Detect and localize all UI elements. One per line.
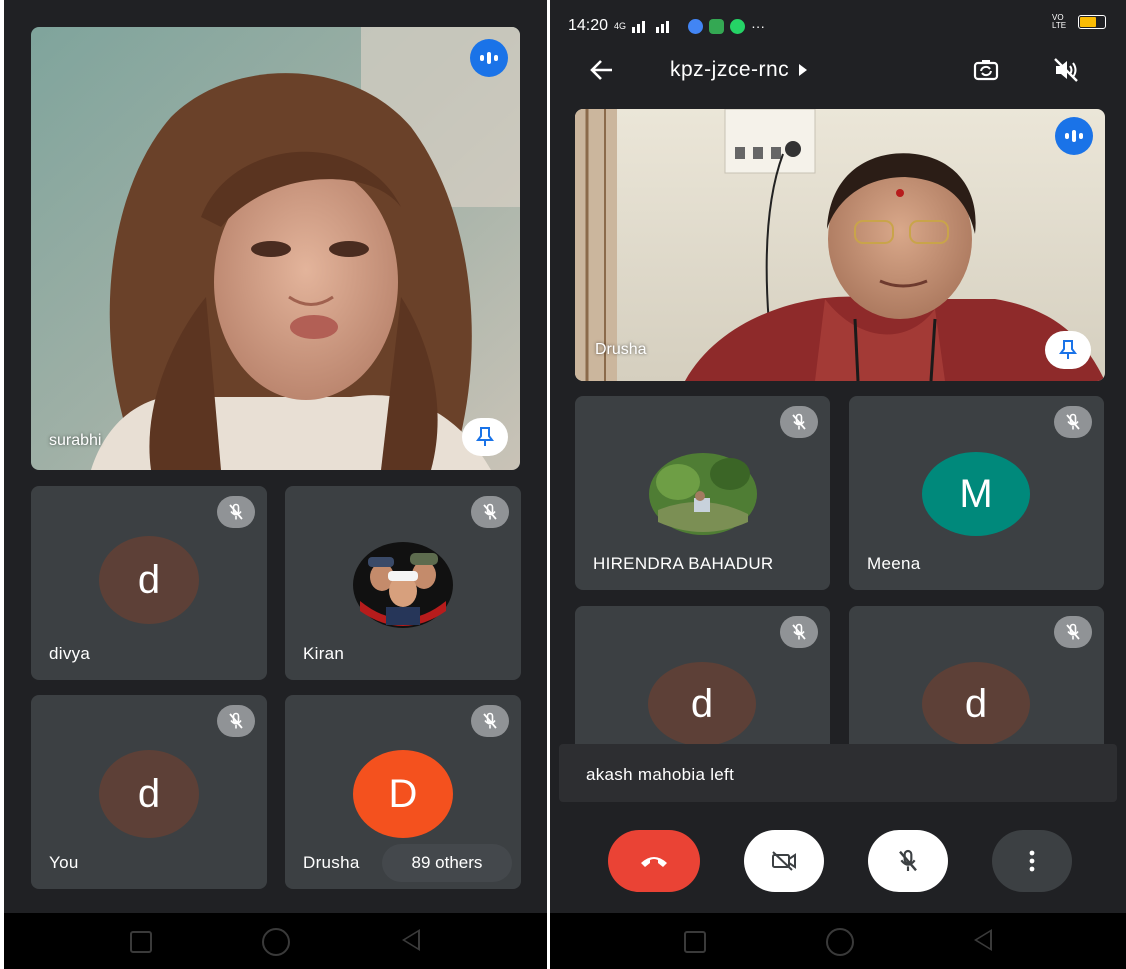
switch-camera-icon: [973, 60, 999, 81]
battery-icon: [1078, 15, 1106, 29]
participant-tile-hirendra-bahadur[interactable]: HIRENDRA BAHADUR: [575, 396, 830, 590]
speaking-indicator-icon: [1055, 117, 1093, 155]
camera-off-icon: [772, 851, 796, 871]
muted-mic-icon: [217, 705, 255, 737]
back-button[interactable]: [588, 56, 622, 90]
muted-mic-icon: [1054, 616, 1092, 648]
status-time: 14:20: [568, 17, 609, 34]
avatar: M: [922, 452, 1030, 536]
drusha-video-frame: [575, 109, 1105, 381]
more-vert-icon: [1029, 850, 1035, 872]
avatar: d: [99, 536, 199, 624]
muted-mic-icon: [780, 616, 818, 648]
muted-mic-icon: [1054, 406, 1092, 438]
muted-mic-icon: [471, 705, 509, 737]
mic-toggle-button[interactable]: [868, 830, 948, 892]
kiran-avatar-image: [353, 542, 453, 628]
right-meeting-screen: 14:20 4G ··· VO LTE kpz-jzce-rnc Drusha …: [550, 0, 1126, 913]
back-nav-button[interactable]: [974, 929, 992, 951]
pin-icon: [476, 427, 494, 446]
participant-tile[interactable]: d: [575, 606, 830, 744]
switch-camera-button[interactable]: [972, 56, 1000, 89]
back-nav-button[interactable]: [402, 929, 420, 951]
participant-tile-meena[interactable]: M Meena: [849, 396, 1104, 590]
participant-name: surabhi: [49, 432, 102, 449]
meeting-title[interactable]: kpz-jzce-rnc: [670, 58, 808, 82]
pin-button[interactable]: [1045, 331, 1091, 369]
avatar: D: [353, 750, 453, 838]
whatsapp-icon: [730, 18, 746, 34]
chevron-right-icon: [799, 64, 808, 76]
main-video-drusha[interactable]: Drusha: [575, 109, 1105, 381]
status-right: VO LTE: [1052, 14, 1106, 30]
chrome-icon: [688, 18, 704, 34]
participant-tile-you[interactable]: d You: [31, 695, 267, 889]
meet-icon: [709, 18, 725, 34]
participant-name: Drusha: [303, 853, 360, 872]
others-count-chip[interactable]: 89 others: [382, 844, 512, 882]
hang-up-icon: [641, 857, 667, 867]
more-options-button[interactable]: [992, 830, 1072, 892]
android-nav-bar: [4, 913, 547, 969]
muted-mic-icon: [471, 496, 509, 528]
main-video-surabhi[interactable]: surabhi: [31, 27, 520, 470]
speaking-indicator-icon: [470, 39, 508, 77]
pin-button[interactable]: [462, 418, 508, 456]
meeting-code: kpz-jzce-rnc: [670, 58, 790, 81]
muted-mic-icon: [780, 406, 818, 438]
avatar: d: [922, 662, 1030, 744]
participant-name: divya: [49, 644, 91, 663]
recents-button[interactable]: [130, 931, 152, 953]
signal-icon: [632, 21, 670, 33]
participant-name: Kiran: [303, 644, 345, 663]
avatar: d: [648, 662, 756, 744]
participant-name: HIRENDRA BAHADUR: [593, 554, 774, 573]
volume-off-icon: [1054, 58, 1078, 82]
android-nav-bar: [550, 913, 1126, 969]
home-button[interactable]: [262, 928, 290, 956]
speaker-off-button[interactable]: [1052, 56, 1080, 89]
participant-tile[interactable]: d: [849, 606, 1104, 744]
pin-icon: [1059, 340, 1077, 359]
hirendra-avatar-image: [649, 453, 757, 535]
arrow-back-icon: [590, 60, 612, 80]
participant-tile-kiran[interactable]: Kiran: [285, 486, 521, 680]
participant-name: Meena: [867, 554, 921, 573]
participant-tile-drusha[interactable]: D Drusha 89 others: [285, 695, 521, 889]
muted-mic-icon: [217, 496, 255, 528]
participant-name: Drusha: [595, 341, 647, 358]
left-meeting-screen: surabhi d divya Kiran d You D Drusha 89 …: [4, 0, 547, 913]
end-call-button[interactable]: [608, 830, 700, 892]
surabhi-video-frame: [31, 27, 520, 470]
participant-name: You: [49, 853, 79, 872]
status-bar: 14:20 4G ···: [568, 14, 765, 38]
camera-toggle-button[interactable]: [744, 830, 824, 892]
participant-left-toast: akash mahobia left: [559, 744, 1117, 802]
avatar: d: [99, 750, 199, 838]
toast-message: akash mahobia left: [586, 765, 735, 784]
more-notifications-icon: ···: [751, 18, 766, 34]
home-button[interactable]: [826, 928, 854, 956]
participant-tile-divya[interactable]: d divya: [31, 486, 267, 680]
recents-button[interactable]: [684, 931, 706, 953]
volte-indicator: VO LTE: [1052, 13, 1067, 30]
mic-off-icon: [899, 849, 917, 872]
network-type: 4G: [614, 21, 627, 31]
